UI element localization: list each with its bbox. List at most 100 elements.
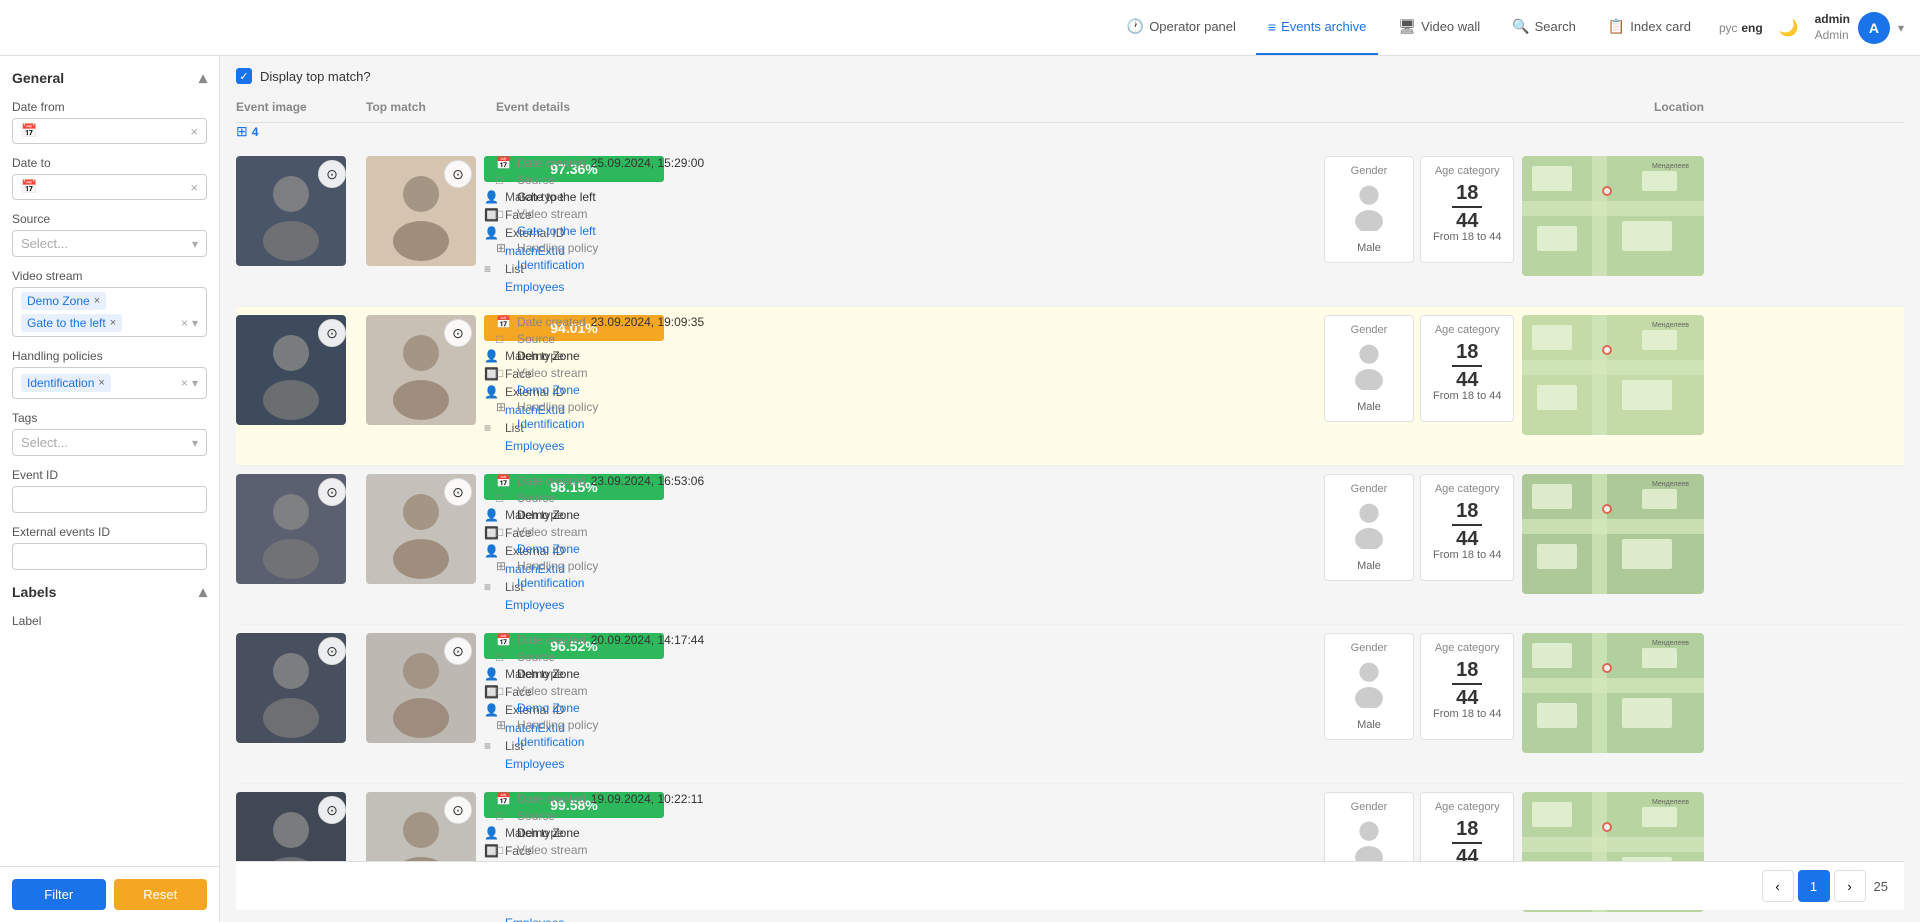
location-map[interactable]: Менделеев: [1522, 156, 1704, 276]
nav-operator-panel[interactable]: 🕐 Operator panel: [1115, 0, 1248, 55]
date-to-input[interactable]: 📅 ×: [12, 174, 207, 200]
svg-text:Менделеев: Менделеев: [1652, 640, 1689, 647]
video-stream-value[interactable]: Demo Zone: [517, 701, 580, 715]
video-stream-value[interactable]: Demo Zone: [517, 542, 580, 556]
date-to-text[interactable]: [41, 180, 186, 195]
gender-box: Gender Male: [1324, 633, 1414, 740]
list-value[interactable]: Employees: [505, 598, 564, 612]
list-value[interactable]: Employees: [505, 439, 564, 453]
source-row: □ Source: [496, 650, 808, 664]
handling-policy-value[interactable]: Identification: [517, 417, 584, 431]
prev-page-button[interactable]: ‹: [1762, 870, 1794, 902]
date-to-clear-icon[interactable]: ×: [190, 180, 198, 195]
gender-box: Gender Male: [1324, 156, 1414, 263]
list-value[interactable]: Employees: [505, 916, 564, 922]
event-image-expand-button[interactable]: ⊙: [318, 637, 346, 665]
source-value: Demo Zone: [517, 826, 580, 840]
age-title: Age category: [1433, 483, 1501, 495]
source-icon: □: [496, 650, 512, 664]
source-icon: □: [496, 332, 512, 346]
age-title: Age category: [1433, 642, 1501, 654]
location-map[interactable]: Менделеев: [1522, 474, 1704, 594]
policy-icon: ⊞: [496, 400, 512, 414]
video-stream-label: Video stream: [517, 366, 587, 380]
source-select[interactable]: Select... ▾: [12, 230, 207, 257]
lang-eng[interactable]: eng: [1741, 21, 1762, 35]
labels-section-title[interactable]: Labels ▴: [12, 582, 207, 602]
age-separator: [1452, 524, 1482, 526]
handling-policies-tags[interactable]: Identification × × ▾: [12, 367, 207, 399]
tag-gate-left-remove[interactable]: ×: [110, 317, 116, 329]
date-from-text[interactable]: [41, 124, 186, 139]
tag-demo-zone-remove[interactable]: ×: [94, 295, 100, 307]
event-image-expand-button[interactable]: ⊙: [318, 319, 346, 347]
main-layout: General ▴ Date from 📅 × Date to 📅 × Sour…: [0, 56, 1920, 922]
date-from-clear-icon[interactable]: ×: [190, 124, 198, 139]
match-image-cell: ⊙: [366, 474, 476, 584]
video-icon: □: [496, 207, 512, 221]
list-value[interactable]: Employees: [505, 280, 564, 294]
date-from-input[interactable]: 📅 ×: [12, 118, 207, 144]
language-selector: рус eng: [1719, 21, 1763, 35]
match-image-expand-button[interactable]: ⊙: [444, 319, 472, 347]
event-details-cell: 📅 Date created 25.09.2024, 15:29:00 □ So…: [496, 156, 816, 275]
video-stream-row: □ Video stream: [496, 684, 808, 698]
list-value[interactable]: Employees: [505, 757, 564, 771]
handling-policies-clear-icon[interactable]: ×: [181, 376, 188, 390]
theme-toggle[interactable]: 🌙: [1779, 18, 1799, 38]
handling-policy-value[interactable]: Identification: [517, 258, 584, 272]
source-label: Source: [517, 173, 555, 187]
event-details-cell: 📅 Date created 23.09.2024, 19:09:35 □ So…: [496, 315, 816, 434]
match-image-expand-button[interactable]: ⊙: [444, 478, 472, 506]
tag-identification-remove[interactable]: ×: [98, 377, 104, 389]
pagination: ‹ 1 › 25: [236, 861, 1904, 910]
filter-count: 4: [252, 125, 259, 139]
user-menu[interactable]: admin Admin A ▾: [1815, 12, 1904, 44]
next-page-button[interactable]: ›: [1834, 870, 1866, 902]
video-stream-value[interactable]: Demo Zone: [517, 383, 580, 397]
handling-policy-row: ⊞ Handling policy: [496, 241, 808, 255]
event-id-input[interactable]: [12, 486, 207, 513]
video-stream-chevron-icon: ▾: [192, 316, 198, 330]
display-top-match-label[interactable]: Display top match?: [260, 69, 371, 84]
filter-button[interactable]: Filter: [12, 879, 106, 910]
nav-video-wall[interactable]: 🖥 Video wall: [1386, 0, 1492, 55]
video-stream-tags[interactable]: Demo Zone × Gate to the left × × ▾: [12, 287, 207, 337]
handling-policy-value[interactable]: Identification: [517, 576, 584, 590]
external-events-id-field: External events ID: [12, 525, 207, 570]
display-top-match-checkbox[interactable]: ✓: [236, 68, 252, 84]
source-label: Source: [517, 809, 555, 823]
date-created-row: 📅 Date created 25.09.2024, 15:29:00: [496, 156, 808, 170]
right-columns: Gender Male Age category 18 44 From 18 t…: [1324, 315, 1704, 435]
event-image-expand-button[interactable]: ⊙: [318, 160, 346, 188]
gender-age-container: Gender Male Age category 18 44 From 18 t…: [1324, 315, 1514, 422]
location-map[interactable]: Менделеев: [1522, 633, 1704, 753]
lang-rus[interactable]: рус: [1719, 21, 1737, 35]
nav-events-archive[interactable]: ≡ Events archive: [1256, 0, 1378, 55]
date-created-label: Date created: [517, 315, 586, 329]
nav-index-card[interactable]: 📋 Index card: [1596, 0, 1703, 55]
nav-search[interactable]: 🔍 Search: [1500, 0, 1588, 55]
event-image-cell: ⊙: [236, 474, 356, 584]
source-value: Demo Zone: [517, 508, 580, 522]
general-section-title[interactable]: General ▴: [12, 68, 207, 88]
video-stream-clear-icon[interactable]: ×: [181, 316, 188, 330]
age-max: 44: [1433, 529, 1501, 549]
match-image-expand-button[interactable]: ⊙: [444, 160, 472, 188]
reset-button[interactable]: Reset: [114, 879, 208, 910]
current-page-button[interactable]: 1: [1798, 870, 1830, 902]
video-stream-value[interactable]: Gate to the left: [517, 224, 596, 238]
match-image-expand-button[interactable]: ⊙: [444, 796, 472, 824]
location-map[interactable]: Менделеев: [1522, 315, 1704, 435]
external-events-id-input[interactable]: [12, 543, 207, 570]
total-pages: 25: [1874, 879, 1888, 894]
tags-select[interactable]: Select... ▾: [12, 429, 207, 456]
handling-policy-value[interactable]: Identification: [517, 735, 584, 749]
date-created-value: 23.09.2024, 16:53:06: [591, 474, 704, 488]
event-image-expand-button[interactable]: ⊙: [318, 796, 346, 824]
event-image-expand-button[interactable]: ⊙: [318, 478, 346, 506]
gender-silhouette-icon: [1337, 342, 1401, 397]
match-image-expand-button[interactable]: ⊙: [444, 637, 472, 665]
monitor-icon: 🖥: [1398, 18, 1416, 35]
source-icon: □: [496, 491, 512, 505]
